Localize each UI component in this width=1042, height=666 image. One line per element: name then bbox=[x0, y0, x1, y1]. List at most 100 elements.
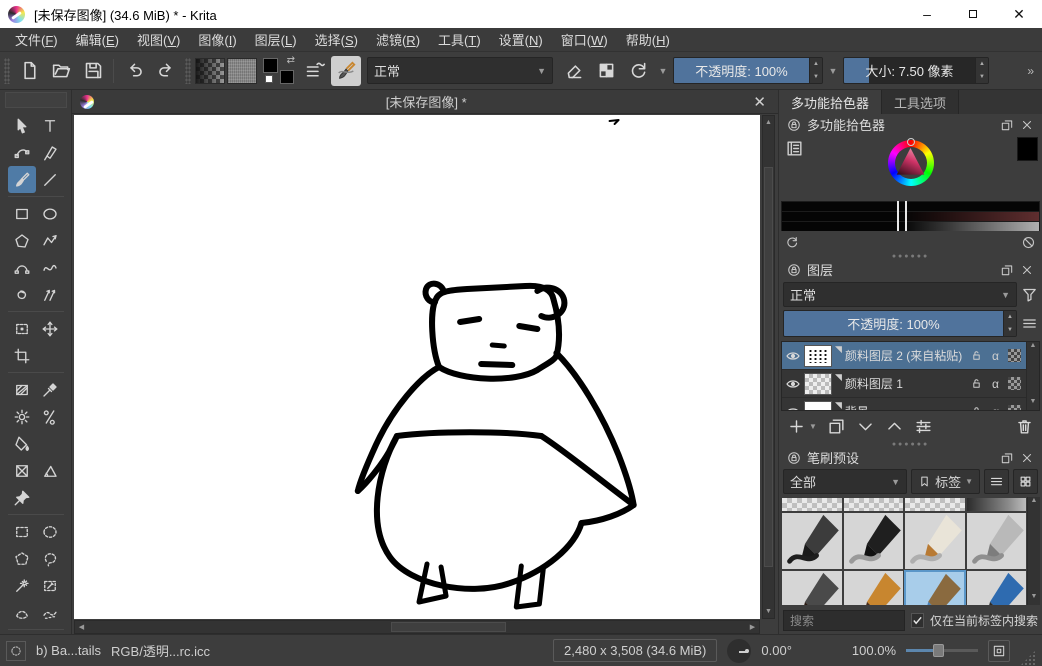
size-spinner[interactable]: ▲▼ bbox=[975, 58, 988, 83]
measure-tool[interactable] bbox=[36, 457, 64, 484]
move-layer-up-button[interactable] bbox=[885, 417, 904, 436]
zoom-slider[interactable] bbox=[906, 649, 978, 652]
scroll-down-icon[interactable]: ▼ bbox=[1028, 593, 1040, 605]
float-docker-icon[interactable] bbox=[1000, 451, 1014, 465]
brush-preset-pen-dark[interactable] bbox=[781, 512, 843, 570]
lock-docker-icon[interactable] bbox=[787, 451, 801, 465]
tags-button[interactable]: 标签 ▼ bbox=[911, 469, 980, 494]
layer-row[interactable]: ◥颜料图层 1α bbox=[782, 370, 1026, 398]
duplicate-layer-button[interactable] bbox=[827, 417, 846, 436]
line-tool[interactable] bbox=[36, 166, 64, 193]
menu-n[interactable]: 设置(N) bbox=[490, 27, 552, 52]
layer-lock-open-icon[interactable] bbox=[968, 375, 985, 392]
document-tab-close-icon[interactable]: ✕ bbox=[749, 93, 770, 111]
size-slider[interactable]: 大小: 7.50 像素 bbox=[844, 58, 975, 83]
layer-list-scrollbar[interactable]: ▲ ▼ bbox=[1026, 342, 1039, 410]
image-dimensions-label[interactable]: 2,480 x 3,508 (34.6 MiB) bbox=[553, 639, 717, 662]
multibrush-tool[interactable] bbox=[36, 281, 64, 308]
text-tool[interactable] bbox=[36, 112, 64, 139]
layer-alpha-lock-icon[interactable]: α bbox=[987, 403, 1004, 411]
transform-tool[interactable] bbox=[8, 315, 36, 342]
opacity-slider[interactable]: 不透明度: 100% bbox=[674, 58, 809, 83]
gradient-tool[interactable] bbox=[8, 376, 36, 403]
layer-row[interactable]: ◥颜料图层 2 (来自粘贴)α bbox=[782, 342, 1026, 370]
brush-preset-eraser-soft[interactable] bbox=[843, 497, 905, 512]
swap-colors-icon[interactable]: ⇄ bbox=[287, 55, 295, 66]
docker-tab-active[interactable]: 多功能拾色器 bbox=[779, 90, 882, 114]
document-tab[interactable]: [未保存图像] * ✕ bbox=[72, 90, 778, 114]
layer-opacity-slider[interactable]: 不透明度: 100% bbox=[784, 311, 1003, 336]
brush-preset-airbrush-dark[interactable] bbox=[966, 497, 1028, 512]
brush-preset-brush-watercolor[interactable] bbox=[904, 570, 966, 605]
brush-tag-filter-combo[interactable]: 全部 ▼ bbox=[783, 469, 907, 494]
brush-preset-brush-orange[interactable] bbox=[843, 570, 905, 605]
zoom-slider-handle[interactable] bbox=[933, 644, 944, 657]
canvas[interactable] bbox=[74, 115, 760, 619]
vertical-scrollbar[interactable]: ▲ ▼ bbox=[762, 115, 775, 619]
color-profile-label[interactable]: RGB/透明...rc.icc bbox=[111, 641, 210, 660]
polygon-tool[interactable] bbox=[8, 227, 36, 254]
opacity-dropdown-arrow[interactable]: ▼ bbox=[825, 57, 841, 84]
close-button[interactable]: ✕ bbox=[996, 0, 1042, 28]
dynamic-brush-tool[interactable] bbox=[8, 281, 36, 308]
minimize-button[interactable]: – bbox=[904, 0, 950, 28]
open-document-button[interactable] bbox=[46, 56, 76, 86]
scroll-right-icon[interactable]: ▶ bbox=[746, 623, 759, 631]
smart-patch-tool[interactable] bbox=[36, 403, 64, 430]
layer-inherit-alpha-icon[interactable] bbox=[1006, 375, 1023, 392]
crop-tool[interactable] bbox=[8, 342, 36, 369]
layer-inherit-alpha-icon[interactable] bbox=[1006, 347, 1023, 364]
reference-images-tool[interactable] bbox=[8, 484, 36, 511]
magnetic-select-tool[interactable] bbox=[36, 599, 64, 626]
reload-dropdown-arrow[interactable]: ▼ bbox=[655, 57, 671, 84]
redo-button[interactable] bbox=[151, 56, 181, 86]
opacity-spinner[interactable]: ▲▼ bbox=[809, 58, 822, 83]
transform-select-tool[interactable] bbox=[8, 112, 36, 139]
save-document-button[interactable] bbox=[78, 56, 108, 86]
brush-grid-scrollbar[interactable]: ▲ ▼ bbox=[1027, 497, 1040, 605]
layer-lock-closed-icon[interactable] bbox=[968, 403, 985, 411]
new-document-button[interactable] bbox=[14, 56, 44, 86]
shade-bar-cursor[interactable] bbox=[897, 201, 907, 231]
add-layer-dropdown-arrow[interactable]: ▼ bbox=[809, 422, 817, 431]
similar-color-select-tool[interactable] bbox=[8, 572, 36, 599]
brush-preset-eraser-soft[interactable] bbox=[781, 497, 843, 512]
layer-opacity-spinner[interactable]: ▲▼ bbox=[1003, 311, 1016, 336]
selection-status-button[interactable] bbox=[6, 641, 26, 661]
layer-properties-button[interactable] bbox=[914, 417, 933, 436]
brush-preset-eraser-soft[interactable] bbox=[904, 497, 966, 512]
layer-thumbnail[interactable] bbox=[804, 373, 832, 395]
assistants-tool[interactable] bbox=[8, 457, 36, 484]
select-from-color-tool[interactable] bbox=[36, 572, 64, 599]
fill-tool[interactable] bbox=[8, 430, 36, 457]
reset-colors-swatch[interactable] bbox=[265, 75, 273, 83]
scroll-down-icon[interactable]: ▼ bbox=[1027, 398, 1039, 410]
current-brush-name[interactable]: b) Ba...tails bbox=[36, 643, 101, 658]
menu-f[interactable]: 文件(F) bbox=[6, 27, 67, 52]
move-tool[interactable] bbox=[36, 315, 64, 342]
foreground-color-swatch[interactable] bbox=[263, 58, 278, 73]
scroll-down-icon[interactable]: ▼ bbox=[763, 605, 774, 618]
horizontal-scrollbar[interactable]: ◀ ▶ bbox=[74, 620, 760, 634]
lock-docker-icon[interactable] bbox=[787, 118, 801, 132]
menu-e[interactable]: 编辑(E) bbox=[67, 27, 128, 52]
pattern-chooser[interactable] bbox=[227, 58, 257, 84]
layer-lock-open-icon[interactable] bbox=[968, 347, 985, 364]
elliptical-select-tool[interactable] bbox=[36, 518, 64, 545]
color-sampler-tool[interactable] bbox=[36, 376, 64, 403]
color-triangle[interactable] bbox=[896, 148, 926, 177]
layer-name[interactable]: 颜料图层 1 bbox=[845, 375, 965, 392]
display-mode-button[interactable] bbox=[1013, 469, 1038, 494]
scroll-up-icon[interactable]: ▲ bbox=[1028, 497, 1040, 509]
brush-list-menu-button[interactable] bbox=[984, 469, 1009, 494]
rectangle-tool[interactable] bbox=[8, 200, 36, 227]
layer-visibility-icon[interactable] bbox=[785, 348, 801, 364]
window-resize-grip[interactable] bbox=[1020, 650, 1036, 666]
docker-tab-inactive[interactable]: 工具选项 bbox=[882, 90, 959, 114]
brush-preset-pen-ivory[interactable] bbox=[904, 512, 966, 570]
layer-row[interactable]: ◥背景α bbox=[782, 398, 1026, 411]
delete-layer-button[interactable] bbox=[1015, 417, 1034, 436]
layer-visibility-icon[interactable] bbox=[785, 376, 801, 392]
bezier-select-tool[interactable] bbox=[8, 599, 36, 626]
float-docker-icon[interactable] bbox=[1000, 118, 1014, 132]
